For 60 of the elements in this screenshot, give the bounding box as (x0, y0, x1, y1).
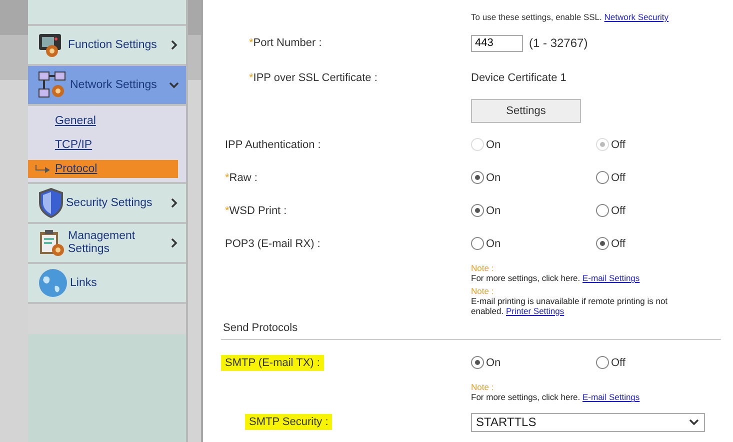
radio-button[interactable] (471, 204, 484, 217)
settings-button[interactable]: Settings (471, 99, 581, 123)
radio-label: On (486, 356, 501, 369)
radio-button[interactable] (596, 356, 609, 370)
smtp-security-select[interactable]: STARTTLS (471, 412, 705, 432)
note-text: For more settings, click here. E-mail Settings (471, 392, 641, 402)
note-title: Note : (471, 382, 495, 392)
setting-label: *WSD Print : (224, 204, 288, 218)
submenu-link[interactable]: TCP/IP (28, 136, 178, 154)
submenu-link[interactable]: Protocol (28, 160, 178, 178)
radio-label: Off (611, 138, 626, 150)
shield-icon (38, 188, 64, 218)
radio-label: Off (611, 204, 626, 216)
note-text: E-mail printing is unavailable if remote printing is not enabled. Printer Settings (471, 296, 669, 316)
sidebar-item-label: Security Settings (66, 196, 154, 210)
info-text: To use these settings, enable SSL. Network Security (471, 12, 670, 22)
setting-label: SMTP Security : (245, 414, 332, 430)
settings-link[interactable]: E-mail Settings (582, 273, 640, 283)
radio-button[interactable] (471, 171, 484, 184)
radio-label: On (486, 238, 501, 250)
port-number-field[interactable]: 443 (471, 34, 523, 52)
radio-label: On (486, 172, 501, 184)
network-gear-icon (38, 71, 68, 99)
sidebar-item[interactable]: Network Settings (28, 66, 186, 106)
sidebar-item-label: Links (70, 276, 98, 290)
network-security-link[interactable]: Network Security (604, 12, 669, 22)
clipboard-gear-icon (38, 229, 66, 257)
submenu-link[interactable]: General (28, 112, 178, 130)
radio-button[interactable] (596, 237, 609, 250)
radio-label: On (486, 138, 501, 150)
setting-label: *IPP over SSL Certificate : (248, 71, 378, 86)
note-title: Note : (471, 286, 495, 296)
radio-button[interactable] (471, 237, 484, 250)
certificate-value: Device Certificate 1 (471, 72, 568, 84)
sidebar-item[interactable]: Links (28, 264, 186, 304)
globe-icon (38, 268, 68, 298)
radio-button[interactable] (596, 171, 609, 184)
radio-label: Off (611, 356, 626, 369)
radio-button[interactable] (471, 356, 484, 370)
setting-label: SMTP (E-mail TX) : (221, 354, 324, 371)
radio-label: On (486, 204, 501, 216)
radio-label: Off (611, 238, 626, 250)
setting-label: IPP Authentication : (224, 138, 322, 152)
sidebar-item-label: Function Settings (68, 38, 158, 52)
setting-label: *Port Number : (248, 36, 323, 51)
arrow-icon (35, 165, 51, 173)
note-text: For more settings, click here. E-mail Settings (471, 273, 641, 283)
sidebar-item[interactable]: Management Settings (28, 224, 186, 264)
range-hint: (1 - 32767) (529, 36, 588, 50)
radio-label: Off (611, 172, 626, 184)
settings-link[interactable]: E-mail Settings (582, 392, 640, 402)
radio-button[interactable] (596, 204, 609, 217)
setting-label: POP3 (E-mail RX) : (224, 236, 322, 252)
sidebar-item[interactable]: Security Settings (28, 184, 186, 224)
sidebar-item[interactable]: Function Settings (28, 26, 186, 66)
note-title: Note : (471, 263, 495, 273)
settings-link[interactable]: Printer Settings (506, 306, 564, 316)
sidebar-item-label: Network Settings (70, 78, 158, 92)
sidebar-item-label: Management Settings (68, 230, 136, 256)
setting-label: *Raw : (224, 170, 258, 186)
